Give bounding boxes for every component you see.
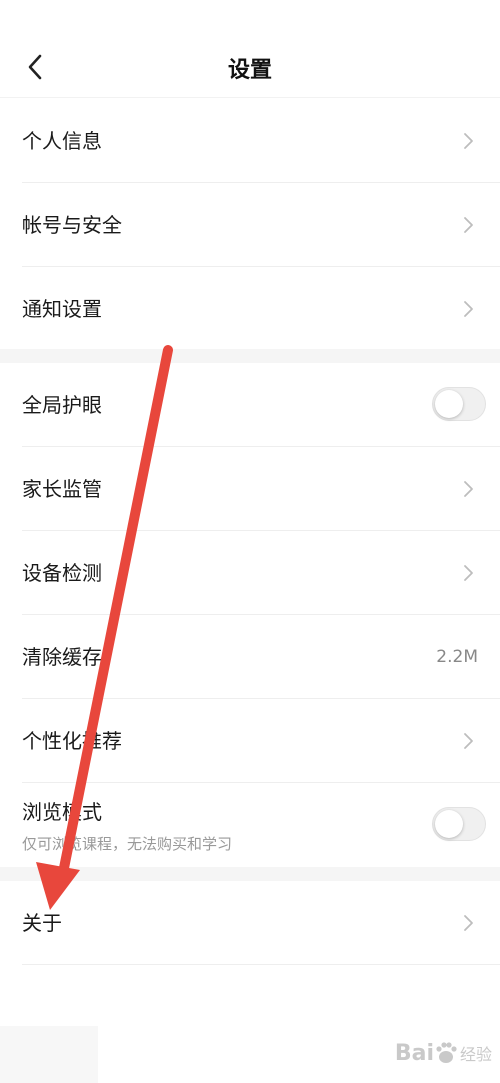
paw-icon — [436, 1042, 457, 1063]
settings-item-personalized-recommendation[interactable]: 个性化推荐 — [22, 699, 500, 783]
settings-group-account: 个人信息 帐号与安全 通知设置 — [0, 99, 500, 349]
settings-item-device-check[interactable]: 设备检测 — [22, 531, 500, 615]
settings-item-label: 关于 — [22, 911, 62, 935]
bottom-corner-block — [0, 1026, 98, 1083]
cache-size-value: 2.2M — [436, 647, 478, 667]
settings-item-label: 家长监管 — [22, 477, 102, 501]
settings-item-label: 个性化推荐 — [22, 729, 122, 753]
chevron-right-icon — [464, 733, 473, 749]
watermark-text: Bai — [394, 1040, 434, 1066]
settings-item-label: 设备检测 — [22, 561, 102, 585]
toggle-knob — [435, 810, 463, 838]
settings-item-label: 通知设置 — [22, 297, 102, 321]
settings-item-label: 浏览模式 — [22, 800, 102, 824]
settings-group-about: 关于 — [0, 881, 500, 965]
settings-item-label: 全局护眼 — [22, 393, 102, 417]
chevron-right-icon — [464, 481, 473, 497]
settings-item-browse-mode: 浏览模式 仅可浏览课程，无法购买和学习 — [22, 783, 500, 867]
settings-item-parental-control[interactable]: 家长监管 — [22, 447, 500, 531]
settings-item-notifications[interactable]: 通知设置 — [22, 267, 500, 351]
page-title: 设置 — [227, 58, 272, 83]
settings-group-general: 全局护眼 家长监管 设备检测 清除缓存 2.2M 个性化推荐 浏览模式 仅可浏览… — [0, 363, 500, 867]
settings-item-account-security[interactable]: 帐号与安全 — [22, 183, 500, 267]
watermark-sub: 经验 — [459, 1045, 492, 1064]
browse-mode-toggle[interactable] — [432, 807, 486, 841]
chevron-right-icon — [464, 915, 473, 931]
section-divider — [0, 349, 500, 363]
chevron-right-icon — [464, 133, 473, 149]
eye-protection-toggle[interactable] — [432, 387, 486, 421]
chevron-right-icon — [464, 301, 473, 317]
baidu-watermark: Bai 经验 — [395, 1028, 492, 1078]
settings-item-label: 清除缓存 — [22, 645, 102, 669]
header-bar: 设置 — [0, 0, 500, 98]
settings-item-label: 个人信息 — [22, 129, 102, 153]
settings-item-personal-info[interactable]: 个人信息 — [22, 99, 500, 183]
chevron-right-icon — [464, 565, 473, 581]
toggle-knob — [435, 390, 463, 418]
settings-item-about[interactable]: 关于 — [22, 881, 500, 965]
settings-item-sublabel: 仅可浏览课程，无法购买和学习 — [22, 835, 233, 853]
settings-item-eye-protection: 全局护眼 — [22, 363, 500, 447]
chevron-right-icon — [464, 217, 473, 233]
section-divider — [0, 867, 500, 881]
settings-item-label: 帐号与安全 — [22, 213, 122, 237]
settings-item-clear-cache[interactable]: 清除缓存 2.2M — [22, 615, 500, 699]
